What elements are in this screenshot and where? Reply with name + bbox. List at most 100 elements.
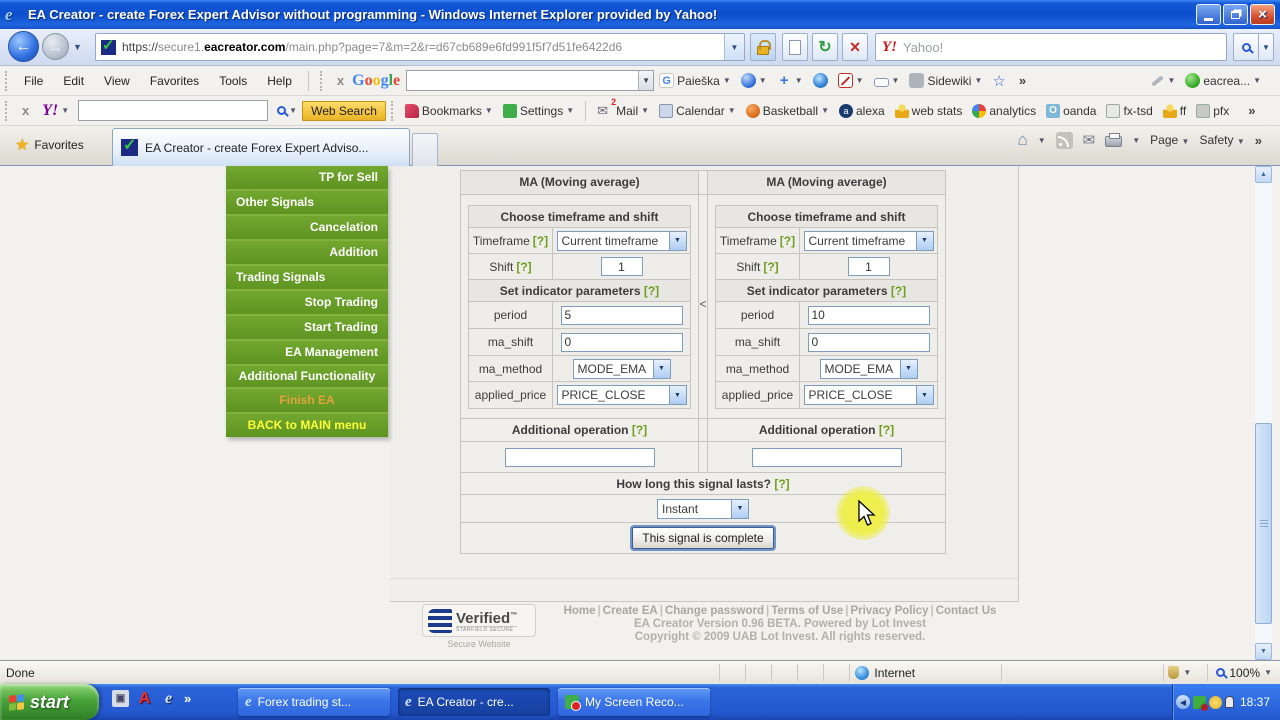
taskbar-window-screen-recorder[interactable]: My Screen Reco... <box>558 688 710 716</box>
sidebar-item-finish-ea[interactable]: Finish EA <box>226 389 388 414</box>
basketball-button[interactable]: Basketball ▼ <box>741 103 834 118</box>
bookmark-oanda[interactable]: Ooanda <box>1041 103 1101 118</box>
popup-blocker-icon[interactable]: ▼ <box>833 73 869 88</box>
address-dropdown-icon[interactable]: ▼ <box>724 34 744 60</box>
yahoo-toolbar-search-input[interactable] <box>79 101 268 120</box>
tray-microphone-icon[interactable] <box>1225 696 1234 708</box>
sidebar-item-addition[interactable]: Addition <box>226 241 388 266</box>
yahoo-toolbar-search-box[interactable] <box>78 100 269 121</box>
applied-price-select-left[interactable]: PRICE_CLOSE ▼ <box>556 385 687 405</box>
menu-edit[interactable]: Edit <box>53 70 94 92</box>
forward-button[interactable]: → <box>42 33 69 60</box>
search-options-dropdown-icon[interactable]: ▼ <box>1259 33 1274 61</box>
command-bar-overflow[interactable]: » <box>1255 133 1262 148</box>
sidebar-item-trading-signals[interactable]: Trading Signals <box>226 266 388 291</box>
help-link[interactable]: [?] <box>763 260 778 274</box>
tray-clock-icon[interactable] <box>1209 695 1222 709</box>
sidebar-item-stop-trading[interactable]: Stop Trading <box>226 291 388 316</box>
sidebar-item-back-to-main-menu[interactable]: BACK to MAIN menu <box>226 414 388 437</box>
applied-price-select-right[interactable]: PRICE_CLOSE ▼ <box>803 385 934 405</box>
scrollbar-thumb[interactable] <box>1255 423 1272 624</box>
help-link[interactable]: [?] <box>774 477 789 491</box>
duration-select[interactable]: Instant ▼ <box>657 498 749 519</box>
bookmark-fx-tsd[interactable]: fx-tsd <box>1101 103 1157 118</box>
safety-menu[interactable]: Safety ▼ <box>1199 133 1244 147</box>
yahoo-toolbar-overflow[interactable]: » <box>1240 103 1263 118</box>
security-lock-icon[interactable] <box>750 33 776 61</box>
bookmark-star-icon[interactable]: ☆ <box>987 72 1010 90</box>
footer-link-terms[interactable]: Terms of Use <box>771 605 843 617</box>
browser-search-input[interactable] <box>903 39 1220 55</box>
taskbar-window-forex-trading[interactable]: e Forex trading st... <box>238 688 390 716</box>
sidebar-item-tp-for-sell[interactable]: TP for Sell <box>226 166 388 191</box>
bookmark-pfx[interactable]: pfx <box>1191 103 1234 118</box>
help-link[interactable]: [?] <box>780 234 795 248</box>
bookmark-web-stats[interactable]: web stats <box>890 103 968 118</box>
footer-link-contact[interactable]: Contact Us <box>936 605 997 617</box>
history-dropdown-icon[interactable]: ▼ <box>73 42 82 52</box>
timeframe-select-left[interactable]: Current timeframe ▼ <box>556 230 687 251</box>
scroll-down-icon[interactable]: ▼ <box>1255 643 1272 660</box>
inprivate-shield-icon[interactable] <box>1168 666 1180 679</box>
shift-input-right[interactable] <box>847 257 890 276</box>
tab-active[interactable]: ✓ EA Creator - create Forex Expert Advis… <box>112 128 410 166</box>
sidebar-item-start-trading[interactable]: Start Trading <box>226 316 388 341</box>
bookmark-ff[interactable]: ff <box>1158 103 1191 118</box>
tray-recorder-icon[interactable] <box>1193 695 1208 711</box>
sidebar-item-additional-functionality[interactable]: Additional Functionality <box>226 366 388 389</box>
period-input-right[interactable] <box>807 305 930 325</box>
help-link[interactable]: [?] <box>644 284 659 298</box>
autofill-icon[interactable]: ▼ <box>869 75 905 87</box>
ma-shift-input-right[interactable] <box>807 332 930 352</box>
shield-dropdown-icon[interactable]: ▼ <box>1183 668 1191 677</box>
menu-tools[interactable]: Tools <box>209 70 257 92</box>
close-button[interactable]: × <box>1250 4 1275 25</box>
print-icon[interactable] <box>1105 133 1123 147</box>
google-search-input[interactable] <box>407 73 639 88</box>
bookmark-analytics[interactable]: analytics <box>967 103 1041 118</box>
help-link[interactable]: [?] <box>879 423 894 437</box>
quick-launch-app-icon[interactable]: ▣ <box>112 690 129 707</box>
toolbar-grip[interactable] <box>5 100 10 121</box>
page-menu[interactable]: Page ▼ <box>1150 133 1189 147</box>
bookmarks-button[interactable]: Bookmarks ▼ <box>400 103 498 118</box>
start-button[interactable]: start <box>0 684 99 720</box>
new-tab-button[interactable] <box>412 133 438 166</box>
footer-link-create-ea[interactable]: Create EA <box>603 605 658 617</box>
web-search-button[interactable]: Web Search <box>302 100 386 121</box>
browser-search-box[interactable]: Y! <box>875 33 1227 61</box>
quick-launch-a-icon[interactable]: A <box>136 690 153 707</box>
home-dropdown-icon[interactable]: ▼ <box>1038 136 1046 145</box>
read-mail-icon[interactable]: ✉ <box>1083 131 1096 149</box>
favorites-button[interactable]: ★ Favorites <box>8 132 91 158</box>
google-search-dropdown-icon[interactable]: ▼ <box>638 71 654 90</box>
google-search-box[interactable]: ▼ <box>406 70 655 91</box>
additional-operation-input-right[interactable] <box>751 447 902 467</box>
stop-button[interactable]: × <box>842 33 868 61</box>
rss-feed-icon[interactable] <box>1055 131 1073 149</box>
minimize-button[interactable] <box>1196 4 1221 25</box>
home-icon[interactable]: ⌂ <box>1017 130 1027 150</box>
zoom-control[interactable]: 100% ▼ <box>1207 664 1280 681</box>
calendar-button[interactable]: Calendar ▼ <box>654 103 741 118</box>
scroll-up-icon[interactable]: ▲ <box>1255 166 1272 183</box>
search-go-button[interactable] <box>1233 33 1259 61</box>
toolbar-grip[interactable] <box>390 100 396 121</box>
print-dropdown-icon[interactable]: ▼ <box>1132 136 1140 145</box>
restore-button[interactable] <box>1223 4 1248 25</box>
toolbar-grip[interactable] <box>319 70 325 91</box>
google-earth-icon[interactable] <box>808 73 833 88</box>
taskbar-window-ea-creator[interactable]: e EA Creator - cre... <box>398 688 550 716</box>
tray-collapse-icon[interactable]: ◀ <box>1176 695 1190 709</box>
vertical-scrollbar[interactable]: ▲ ▼ <box>1255 166 1272 660</box>
quick-launch-ie-icon[interactable]: e <box>160 690 177 707</box>
yahoo-magnifier-icon[interactable]: ▼ <box>272 106 302 115</box>
timeframe-select-right[interactable]: Current timeframe ▼ <box>803 230 934 251</box>
address-bar[interactable]: ✓ https://secure1. eacreator.com/main.php… <box>95 33 745 61</box>
help-link[interactable]: [?] <box>533 234 548 248</box>
google-search-button[interactable]: G Paieška ▼ <box>654 73 736 88</box>
back-button[interactable]: ← <box>8 31 39 62</box>
ma-method-select-left[interactable]: MODE_EMA ▼ <box>572 358 671 379</box>
period-input-left[interactable] <box>560 305 683 325</box>
sidebar-item-ea-management[interactable]: EA Management <box>226 341 388 366</box>
